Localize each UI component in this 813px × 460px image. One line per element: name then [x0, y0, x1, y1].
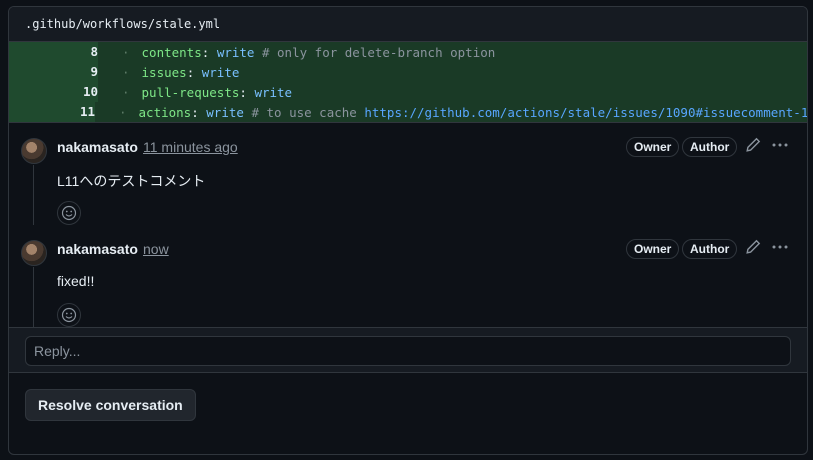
file-header: .github/workflows/stale.yml — [9, 7, 807, 42]
comment-timestamp[interactable]: now — [143, 241, 169, 257]
pencil-icon[interactable] — [745, 239, 765, 259]
reply-input[interactable] — [25, 336, 791, 366]
line-number: 10 — [9, 82, 98, 102]
avatar[interactable] — [21, 138, 47, 164]
avatar[interactable] — [21, 240, 47, 266]
kebab-horizontal-icon[interactable] — [771, 137, 791, 157]
thread-line — [33, 165, 34, 225]
code-text: · contents: write # only for delete-branc… — [122, 44, 496, 60]
owner-badge: Owner — [626, 137, 680, 157]
comment: nakamasato 11 minutes ago Owner Author L… — [9, 123, 807, 225]
line-number: 11 — [9, 102, 95, 122]
comment-author[interactable]: nakamasato — [57, 241, 138, 257]
code-text: · actions: write # to use cache https://g… — [95, 105, 807, 120]
thread-line — [33, 267, 34, 327]
pencil-icon[interactable] — [745, 137, 765, 157]
owner-badge: Owner — [626, 239, 680, 259]
comment-timestamp[interactable]: 11 minutes ago — [143, 139, 238, 155]
code-snippet: 8 · contents: write # only for delete-bra… — [9, 42, 807, 122]
code-text: · issues: write — [122, 64, 240, 80]
code-link[interactable]: https://github.com/actions/stale/issues/… — [364, 105, 807, 120]
code-line: 10 · pull-requests: write — [9, 82, 807, 102]
author-badge: Author — [682, 137, 738, 157]
file-path[interactable]: .github/workflows/stale.yml — [25, 17, 220, 31]
comment-thread: nakamasato 11 minutes ago Owner Author L… — [9, 122, 807, 327]
smiley-icon[interactable] — [57, 201, 81, 225]
code-line: 8 · contents: write # only for delete-bra… — [9, 42, 807, 62]
comment-body: L11へのテストコメント — [57, 173, 206, 189]
code-line: 11 · actions: write # to use cache https:… — [9, 102, 807, 122]
smiley-icon[interactable] — [57, 303, 81, 327]
line-number: 8 — [9, 42, 98, 62]
thread-footer: Resolve conversation — [9, 372, 807, 439]
comment-author[interactable]: nakamasato — [57, 139, 138, 155]
kebab-horizontal-icon[interactable] — [771, 239, 791, 259]
code-line: 9 · issues: write — [9, 62, 807, 82]
author-badge: Author — [682, 239, 738, 259]
line-number: 9 — [9, 62, 98, 82]
resolve-conversation-button[interactable]: Resolve conversation — [25, 389, 196, 421]
review-thread-card: .github/workflows/stale.yml 8 · contents:… — [8, 6, 808, 455]
reply-area — [9, 327, 807, 372]
code-text: · pull-requests: write — [122, 84, 293, 100]
comment-body: fixed!! — [57, 273, 95, 289]
comment: nakamasato now Owner Author fixed!! — [9, 225, 807, 327]
